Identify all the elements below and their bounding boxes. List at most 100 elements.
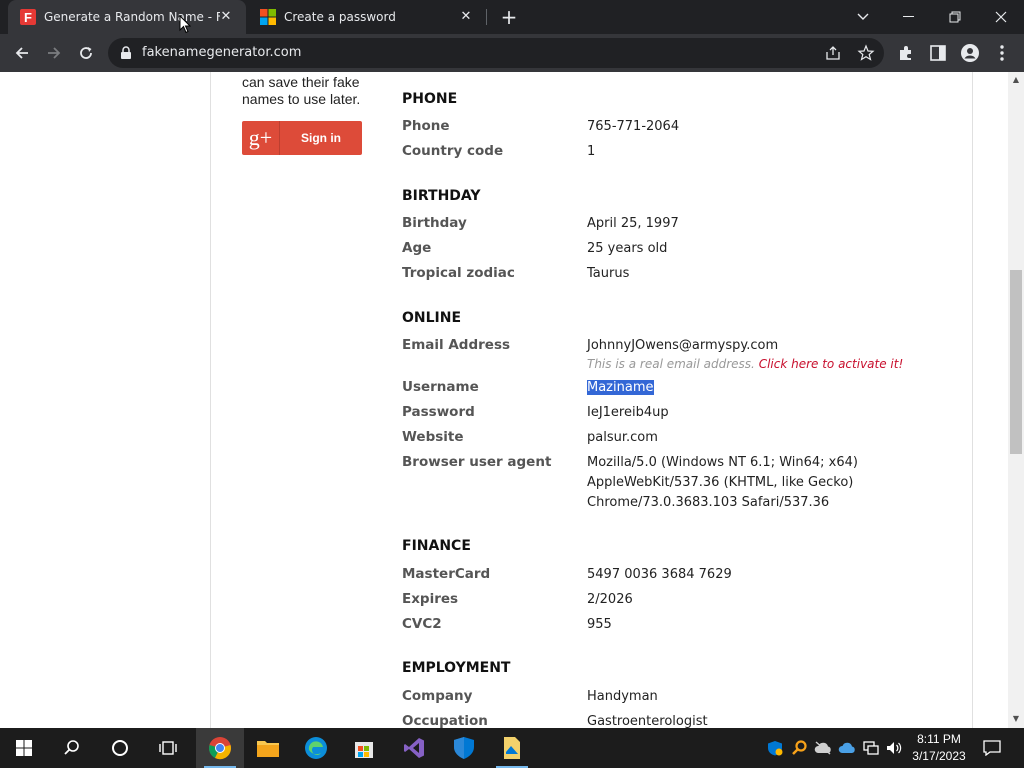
label-username: Username bbox=[402, 379, 479, 395]
tray-network-icon[interactable] bbox=[862, 728, 880, 768]
notification-center-button[interactable] bbox=[980, 728, 1004, 768]
google-plus-icon: g+ bbox=[242, 121, 280, 155]
tab-search-icon[interactable] bbox=[840, 0, 886, 34]
label-website: Website bbox=[402, 429, 464, 445]
label-tropical-zodiac: Tropical zodiac bbox=[402, 265, 515, 281]
signin-label: Sign in bbox=[301, 131, 341, 145]
reload-button[interactable] bbox=[72, 39, 100, 67]
value-user-agent-line-2: AppleWebKit/537.36 (KHTML, like Gecko) bbox=[587, 475, 854, 490]
document-icon bbox=[504, 737, 520, 759]
new-tab-button[interactable]: + bbox=[498, 6, 520, 28]
label-browser-user-agent: Browser user agent bbox=[402, 454, 552, 470]
scrollbar-thumb[interactable] bbox=[1010, 270, 1022, 454]
task-view-icon bbox=[159, 741, 177, 755]
system-clock[interactable]: 8:11 PM 3/17/2023 bbox=[908, 731, 970, 765]
arrow-left-icon bbox=[15, 47, 28, 59]
page-border-left bbox=[210, 72, 211, 728]
taskbar-edge[interactable] bbox=[292, 728, 340, 768]
value-expires: 2/2026 bbox=[587, 592, 633, 607]
kebab-menu-icon[interactable] bbox=[992, 43, 1012, 63]
shield-icon bbox=[454, 737, 474, 759]
taskbar-visual-studio[interactable] bbox=[390, 728, 438, 768]
extensions-puzzle-icon[interactable] bbox=[896, 43, 916, 63]
label-occupation: Occupation bbox=[402, 713, 488, 728]
label-phone: Phone bbox=[402, 118, 450, 134]
label-birthday: Birthday bbox=[402, 215, 467, 231]
start-button[interactable] bbox=[0, 728, 48, 768]
tray-volume-icon[interactable] bbox=[884, 728, 904, 768]
windows-taskbar: 8:11 PM 3/17/2023 bbox=[0, 728, 1024, 768]
folder-icon bbox=[257, 741, 279, 757]
visual-studio-icon bbox=[404, 738, 424, 758]
selected-username-text[interactable]: Maziname bbox=[587, 380, 654, 395]
tab-create-password[interactable]: Create a password ✕ bbox=[248, 0, 486, 34]
taskbar-defender[interactable] bbox=[440, 728, 488, 768]
back-button[interactable] bbox=[8, 39, 36, 67]
tab-fake-name-generator[interactable]: F Generate a Random Name - Fake Name Gen… bbox=[8, 0, 246, 34]
taskbar-chrome[interactable] bbox=[196, 728, 244, 768]
search-button[interactable] bbox=[48, 728, 96, 768]
arrow-right-icon bbox=[48, 47, 61, 59]
sidebar-description: can save their fake names to use later. bbox=[242, 74, 361, 107]
share-icon[interactable] bbox=[824, 44, 842, 62]
email-note: This is a real email address. Click here… bbox=[587, 357, 903, 371]
label-country-code: Country code bbox=[402, 143, 504, 159]
value-password: IeJ1ereib4up bbox=[587, 405, 669, 420]
lock-icon[interactable] bbox=[120, 46, 132, 60]
value-user-agent-line-1: Mozilla/5.0 (Windows NT 6.1; Win64; x64) bbox=[587, 455, 858, 470]
cortana-button[interactable] bbox=[96, 728, 144, 768]
value-company: Handyman bbox=[587, 689, 658, 704]
reload-icon bbox=[80, 47, 92, 59]
tray-cloud-off-icon[interactable] bbox=[814, 728, 832, 768]
section-title-birthday: BIRTHDAY bbox=[402, 188, 481, 204]
value-website: palsur.com bbox=[587, 430, 658, 445]
label-mastercard: MasterCard bbox=[402, 566, 491, 582]
forward-button[interactable] bbox=[40, 39, 68, 67]
task-view-button[interactable] bbox=[144, 728, 192, 768]
label-company: Company bbox=[402, 688, 473, 704]
tab-title: Generate a Random Name - Fake Name Gener… bbox=[44, 10, 220, 24]
section-title-phone: PHONE bbox=[402, 91, 458, 107]
section-title-online: ONLINE bbox=[402, 310, 462, 326]
tab-separator bbox=[486, 9, 487, 25]
value-occupation: Gastroenterologist bbox=[587, 714, 708, 728]
value-birthday: April 25, 1997 bbox=[587, 216, 679, 231]
taskbar-microsoft-store[interactable] bbox=[340, 728, 388, 768]
label-email-address: Email Address bbox=[402, 337, 511, 353]
activate-email-link[interactable]: Click here to activate it! bbox=[759, 357, 904, 371]
bookmark-star-icon[interactable] bbox=[857, 44, 875, 62]
page-border-right bbox=[972, 72, 973, 728]
tray-security-icon[interactable] bbox=[766, 728, 784, 768]
address-bar[interactable]: fakenamegenerator.com bbox=[108, 38, 884, 68]
profile-avatar-icon[interactable] bbox=[960, 43, 980, 63]
page-scrollbar[interactable]: ▲ ▼ bbox=[1008, 72, 1024, 728]
taskbar-file-app[interactable] bbox=[488, 728, 536, 768]
value-phone: 765-771-2064 bbox=[587, 119, 680, 134]
side-panel-icon[interactable] bbox=[928, 43, 948, 63]
edge-icon bbox=[305, 737, 327, 759]
cortana-circle-icon bbox=[112, 740, 128, 756]
value-mastercard: 5497 0036 3684 7629 bbox=[587, 567, 732, 582]
close-tab-icon[interactable]: ✕ bbox=[218, 9, 234, 25]
value-cvc2: 955 bbox=[587, 617, 612, 632]
store-icon bbox=[355, 742, 373, 758]
fakenamegenerator-favicon-icon: F bbox=[20, 9, 36, 25]
value-username[interactable]: Maziname bbox=[587, 378, 654, 398]
page-viewport: can save their fake names to use later. … bbox=[0, 72, 1024, 728]
close-tab-icon[interactable]: ✕ bbox=[458, 9, 474, 25]
value-tropical-zodiac: Taurus bbox=[587, 266, 630, 281]
minimize-button[interactable] bbox=[886, 0, 932, 34]
taskbar-file-explorer[interactable] bbox=[244, 728, 292, 768]
microsoft-favicon-icon bbox=[260, 9, 276, 25]
tray-onedrive-icon[interactable] bbox=[838, 728, 856, 768]
tray-search-app-icon[interactable] bbox=[790, 728, 808, 768]
scroll-down-arrow-icon[interactable]: ▼ bbox=[1012, 714, 1020, 723]
restore-button[interactable] bbox=[932, 0, 978, 34]
close-window-button[interactable] bbox=[978, 0, 1024, 34]
clock-time: 8:11 PM bbox=[917, 732, 961, 746]
email-note-text: This is a real email address. bbox=[587, 357, 755, 371]
label-expires: Expires bbox=[402, 591, 459, 607]
mouse-cursor-icon bbox=[179, 15, 191, 34]
google-plus-signin-button[interactable]: g+ Sign in bbox=[242, 121, 362, 155]
scroll-up-arrow-icon[interactable]: ▲ bbox=[1012, 75, 1020, 84]
